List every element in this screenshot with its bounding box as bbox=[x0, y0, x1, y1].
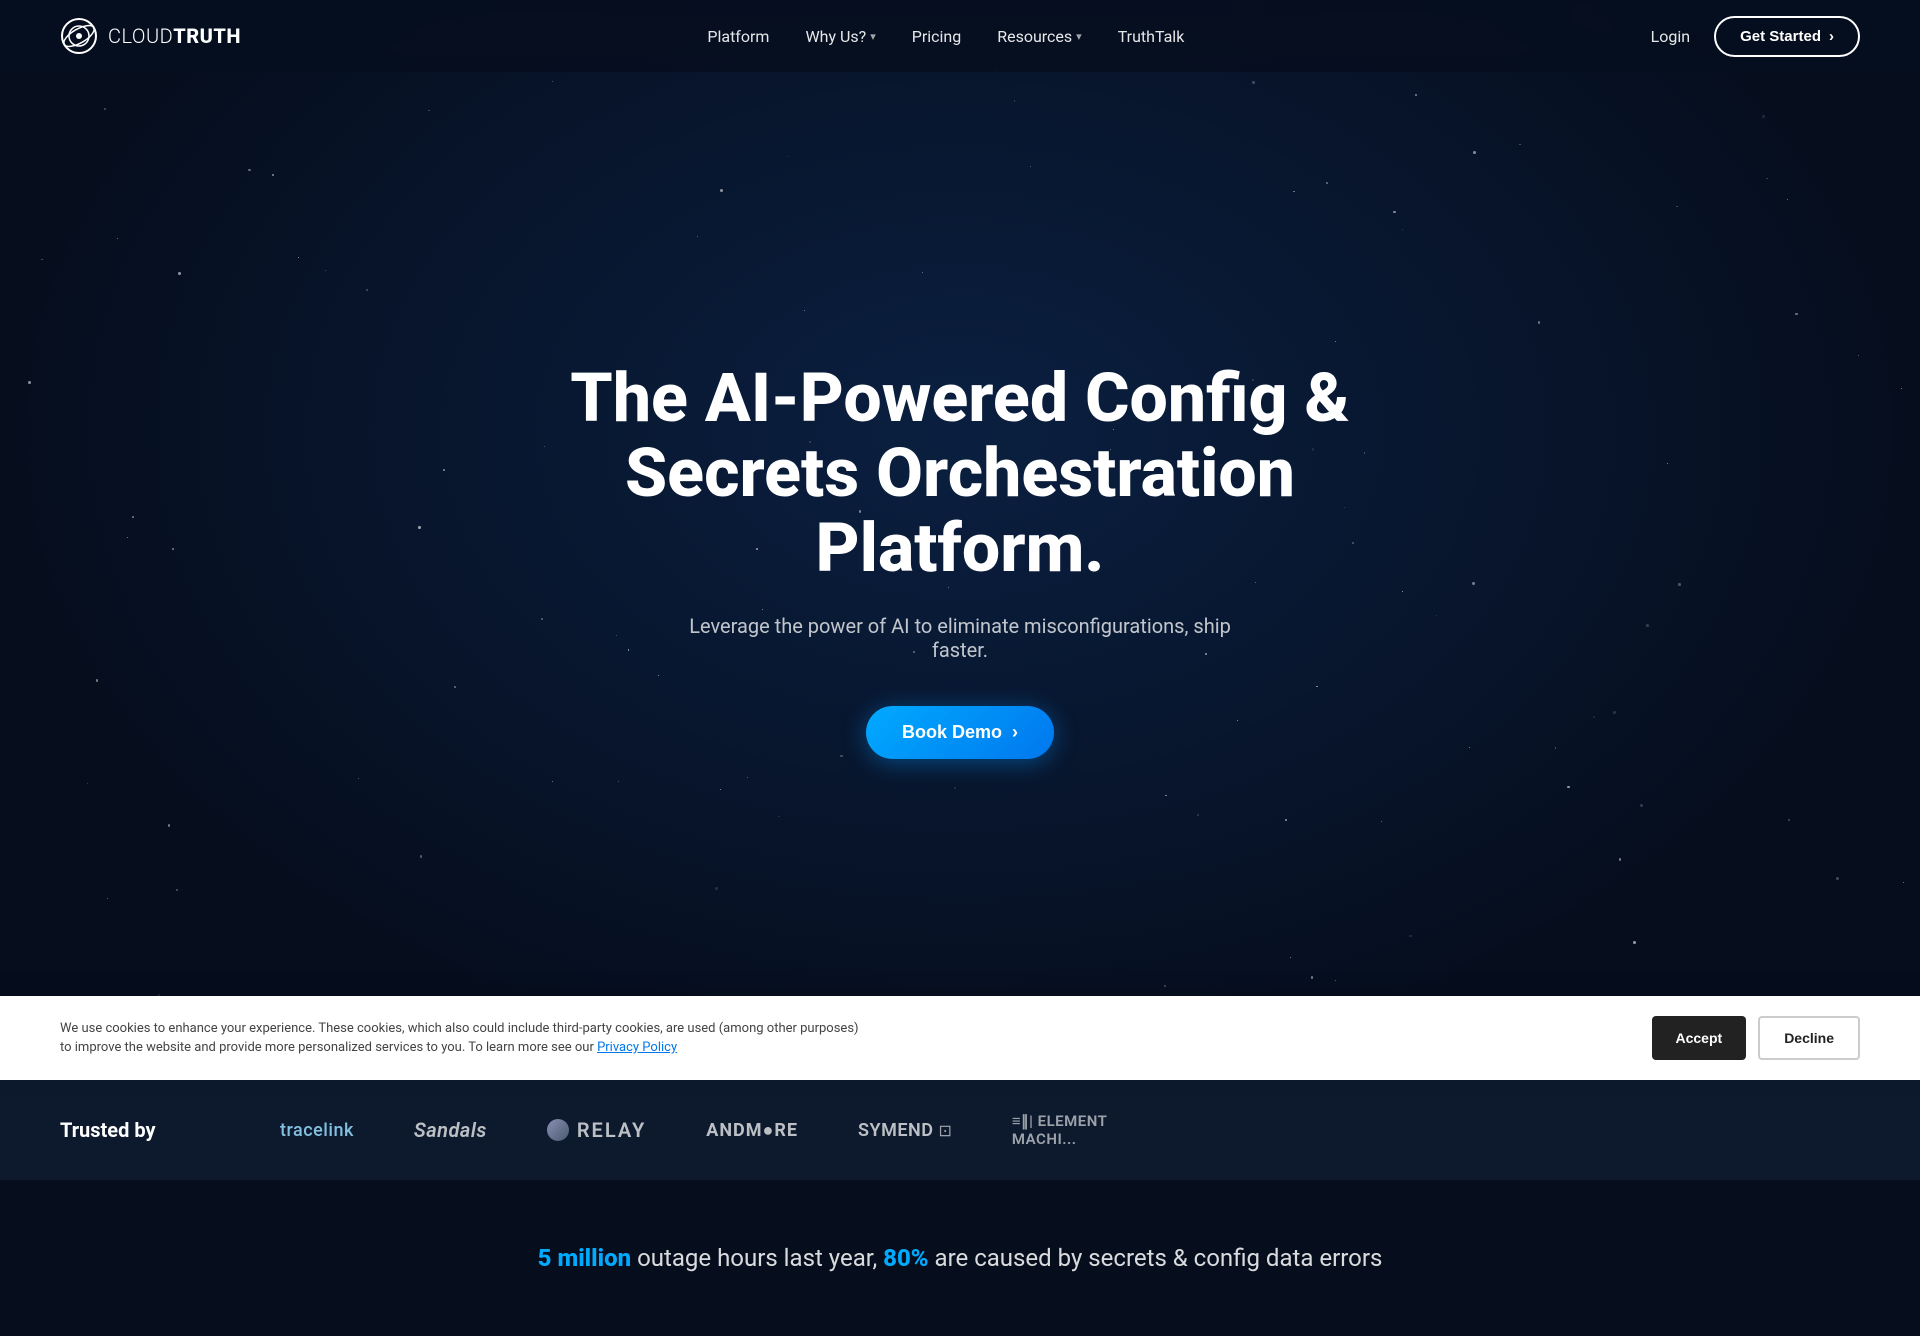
cookie-text: We use cookies to enhance your experienc… bbox=[60, 1019, 860, 1058]
logo-text: CLOUDTRUTH bbox=[108, 24, 241, 48]
hero-section: The AI-Powered Config & Secrets Orchestr… bbox=[0, 0, 1920, 1080]
book-demo-button[interactable]: Book Demo › bbox=[866, 706, 1054, 759]
logo-andmore: ANDM●RE bbox=[706, 1120, 798, 1141]
logo-tracelink: tracelink bbox=[280, 1120, 354, 1141]
trusted-logos-list: tracelink Sandals RELAY ANDM●RE SYMEND ⊡… bbox=[280, 1112, 1860, 1148]
login-link[interactable]: Login bbox=[1651, 27, 1690, 46]
logo-sandals: Sandals bbox=[414, 1118, 487, 1142]
hero-headline: The AI-Powered Config & Secrets Orchestr… bbox=[510, 361, 1410, 585]
nav-platform[interactable]: Platform bbox=[707, 27, 769, 46]
cookie-actions: Accept Decline bbox=[1652, 1016, 1861, 1060]
nav-truthtalk[interactable]: TruthTalk bbox=[1118, 27, 1185, 46]
stats-text: 5 million outage hours last year, 80% ar… bbox=[60, 1244, 1860, 1272]
chevron-down-icon: ▾ bbox=[1076, 30, 1082, 43]
logo[interactable]: CLOUDTRUTH bbox=[60, 17, 241, 55]
symend-icon: ⊡ bbox=[938, 1121, 951, 1140]
chevron-down-icon: ▾ bbox=[870, 30, 876, 43]
trusted-by-label: Trusted by bbox=[60, 1118, 220, 1142]
logo-symend: SYMEND ⊡ bbox=[858, 1120, 952, 1141]
nav-whyus[interactable]: Why Us? ▾ bbox=[805, 27, 875, 46]
hero-subheadline: Leverage the power of AI to eliminate mi… bbox=[660, 614, 1260, 662]
arrow-icon: › bbox=[1012, 722, 1018, 743]
get-started-button[interactable]: Get Started › bbox=[1714, 16, 1860, 57]
stats-section: 5 million outage hours last year, 80% ar… bbox=[0, 1180, 1920, 1336]
nav-links: Platform Why Us? ▾ Pricing Resources ▾ T… bbox=[707, 27, 1184, 46]
cookie-accept-button[interactable]: Accept bbox=[1652, 1016, 1747, 1060]
privacy-policy-link[interactable]: Privacy Policy bbox=[597, 1040, 677, 1055]
logo-icon bbox=[60, 17, 98, 55]
stats-highlight-1: 5 million bbox=[538, 1244, 632, 1272]
trusted-by-section: Trusted by tracelink Sandals RELAY ANDM●… bbox=[0, 1080, 1920, 1180]
arrow-icon: › bbox=[1829, 28, 1834, 45]
logo-element-machine: ≡∥| ELEMENTMACHI... bbox=[1012, 1112, 1107, 1148]
cookie-banner: We use cookies to enhance your experienc… bbox=[0, 996, 1920, 1080]
nav-resources[interactable]: Resources ▾ bbox=[997, 27, 1081, 46]
logo-relay: RELAY bbox=[547, 1118, 646, 1142]
cookie-decline-button[interactable]: Decline bbox=[1758, 1016, 1860, 1060]
nav-actions: Login Get Started › bbox=[1651, 16, 1860, 57]
relay-icon bbox=[547, 1119, 569, 1141]
navigation: CLOUDTRUTH Platform Why Us? ▾ Pricing Re… bbox=[0, 0, 1920, 72]
stats-highlight-2: 80% bbox=[883, 1244, 928, 1272]
nav-pricing[interactable]: Pricing bbox=[912, 27, 962, 46]
